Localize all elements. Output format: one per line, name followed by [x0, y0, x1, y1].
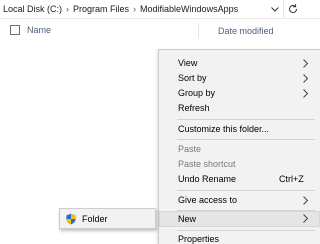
menu-item-label: Give access to: [178, 195, 238, 205]
menu-item-new[interactable]: New: [159, 211, 320, 227]
menu-separator: [177, 119, 315, 120]
menu-item-shortcut: Ctrl+Z: [279, 174, 304, 184]
breadcrumb-local-disk[interactable]: Local Disk (C:): [1, 4, 64, 14]
breadcrumb-separator-icon[interactable]: ›: [131, 4, 138, 14]
menu-separator: [177, 190, 315, 191]
breadcrumb-modifiable-windows-apps[interactable]: ModifiableWindowsApps: [138, 4, 240, 14]
menu-item-label: Paste: [178, 144, 202, 154]
menu-item-sort-by[interactable]: Sort by: [159, 71, 320, 86]
column-header-row: Name Date modified: [0, 22, 320, 40]
menu-item-label: View: [178, 58, 198, 68]
admin-shield-icon: [66, 213, 76, 225]
menu-item-paste-shortcut[interactable]: Paste shortcut: [159, 157, 320, 172]
menu-separator: [177, 230, 315, 231]
menu-item-undo-rename[interactable]: Undo Rename Ctrl+Z: [159, 172, 320, 187]
address-history-chevron-down-icon[interactable]: [269, 3, 281, 15]
menu-item-label: Refresh: [178, 103, 210, 113]
column-divider[interactable]: [198, 23, 199, 38]
menu-item-view[interactable]: View: [159, 56, 320, 71]
chevron-right-icon: [303, 74, 309, 83]
menu-item-label: Undo Rename: [178, 174, 237, 184]
menu-item-paste[interactable]: Paste: [159, 142, 320, 157]
address-bar[interactable]: Local Disk (C:) › Program Files › Modifi…: [0, 0, 320, 19]
refresh-button[interactable]: [283, 0, 301, 18]
menu-item-label: Sort by: [178, 73, 207, 83]
menu-item-label: Customize this folder...: [178, 124, 270, 134]
menu-item-properties[interactable]: Properties: [159, 232, 320, 244]
menu-item-label: Group by: [178, 88, 216, 98]
menu-item-label: Paste shortcut: [178, 159, 236, 169]
column-header-date-modified[interactable]: Date modified: [218, 26, 274, 36]
menu-item-group-by[interactable]: Group by: [159, 86, 320, 101]
chevron-right-icon: [303, 196, 309, 205]
menu-item-customize-folder[interactable]: Customize this folder...: [159, 122, 320, 137]
chevron-right-icon: [303, 59, 309, 68]
new-submenu: Folder: [59, 208, 156, 229]
column-header-name[interactable]: Name: [27, 25, 51, 35]
context-menu: View Sort by Group by Refresh Customize …: [158, 49, 320, 244]
chevron-right-icon: [303, 89, 309, 98]
menu-separator: [177, 139, 315, 140]
menu-item-refresh[interactable]: Refresh: [159, 101, 320, 116]
chevron-right-icon: [303, 214, 309, 223]
breadcrumb-program-files[interactable]: Program Files: [71, 4, 131, 14]
menu-item-label: Properties: [178, 234, 220, 244]
menu-item-give-access[interactable]: Give access to: [159, 193, 320, 208]
select-all-checkbox[interactable]: [10, 25, 20, 35]
breadcrumb: Local Disk (C:) › Program Files › Modifi…: [1, 4, 240, 14]
menu-item-label: New: [178, 214, 197, 224]
submenu-item-folder[interactable]: Folder: [82, 214, 108, 224]
breadcrumb-separator-icon[interactable]: ›: [64, 4, 71, 14]
refresh-icon: [288, 4, 297, 14]
